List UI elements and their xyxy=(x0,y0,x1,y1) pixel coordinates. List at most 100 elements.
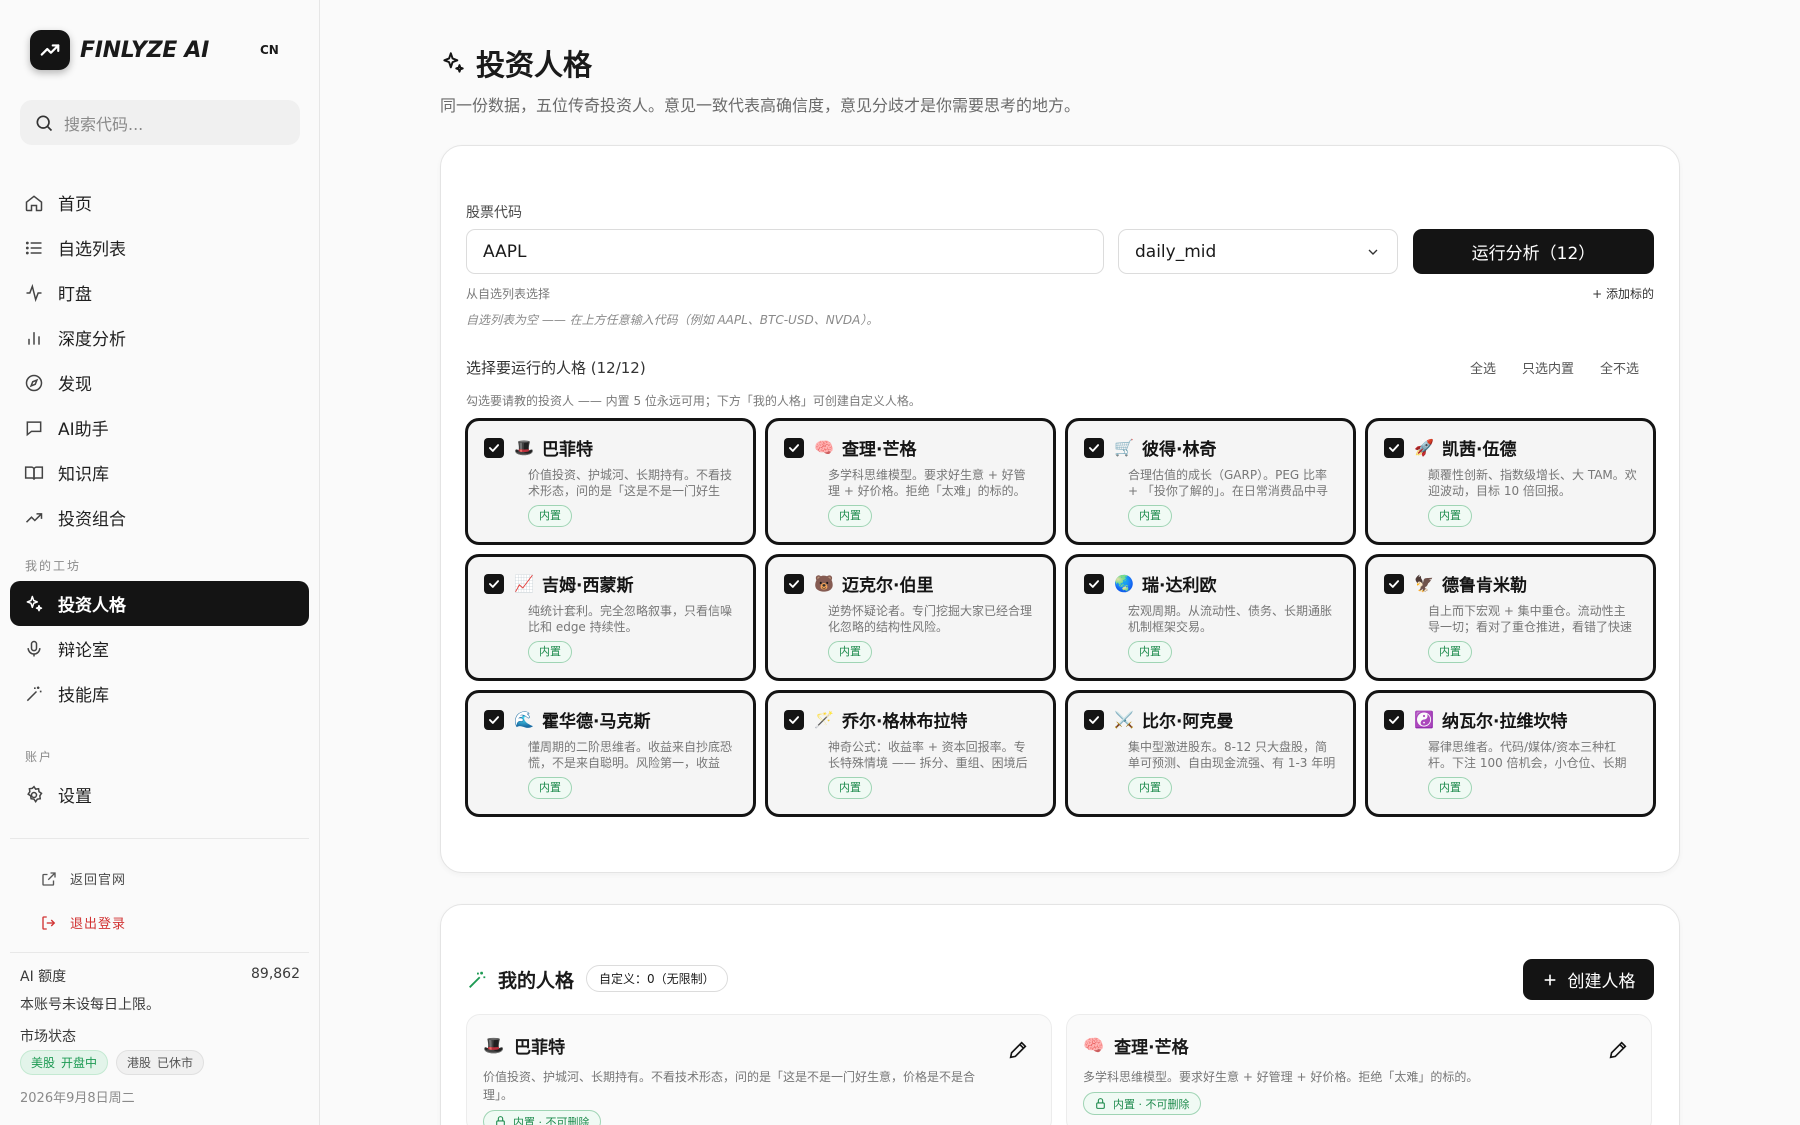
home-icon xyxy=(25,194,43,211)
persona-card[interactable]: 🌊 霍华德·马克斯 懂周期的二阶思维者。收益来自抄底恐慌，不是来自聪明。风险第一，收… xyxy=(465,690,756,817)
check-icon xyxy=(788,715,800,724)
select-none-button[interactable]: 全不选 xyxy=(1600,358,1639,377)
persona-card[interactable]: ⚔️ 比尔·阿克曼 集中型激进股东。8-12 只大盘股，简单可预测、自由现金流强、有… xyxy=(1065,690,1356,817)
builtin-tag: 内置 xyxy=(1428,505,1472,527)
select-builtin-button[interactable]: 只选内置 xyxy=(1522,358,1574,377)
persona-checkbox[interactable] xyxy=(484,573,504,594)
persona-checkbox[interactable] xyxy=(1384,709,1404,730)
builtin-tag: 内置 xyxy=(528,777,572,799)
persona-checkbox[interactable] xyxy=(1084,709,1104,730)
persona-checkbox[interactable] xyxy=(1384,437,1404,458)
pulse-icon xyxy=(26,283,42,302)
quota-label: AI 额度 xyxy=(20,969,67,985)
persona-card[interactable]: 🧠 查理·芒格 多学科思维模型。要求好生意 + 好管理 + 好价格。拒绝「太难」的标… xyxy=(765,418,1056,545)
check-icon xyxy=(788,443,800,452)
persona-desc: 幂律思维者。代码/媒体/资本三种杠杆。下注 100 倍机会，小仓位、长期持有..… xyxy=(1428,740,1627,770)
nav-monitor[interactable]: 盯盘 xyxy=(10,270,309,315)
nav-personas[interactable]: 投资人格 xyxy=(10,581,309,626)
add-ticker-link[interactable]: + 添加标的 xyxy=(1592,285,1654,302)
nav-deep-analysis[interactable]: 深度分析 xyxy=(10,315,309,360)
persona-card[interactable]: 🎩 巴菲特价值投资、护城河、长期持有。不看技术形态，问的是「这是不是一门好生意，.… xyxy=(465,418,756,545)
builtin-tag: 内置 xyxy=(1128,505,1172,527)
persona-card[interactable]: ☯️ 纳瓦尔·拉维坎特 幂律思维者。代码/媒体/资本三种杠杆。下注 100 倍机会，… xyxy=(1365,690,1656,817)
run-analysis-button[interactable]: 运行分析（12） xyxy=(1413,229,1654,274)
persona-grid: 🎩 巴菲特价值投资、护城河、长期持有。不看技术形态，问的是「这是不是一门好生意，.… xyxy=(465,418,1656,817)
my-persona-card[interactable]: 🧠 查理·芒格 多学科思维模型。要求好生意 + 好管理 + 好价格。拒绝「太难」的… xyxy=(1066,1014,1652,1125)
nav-ai-assistant[interactable]: AI助手 xyxy=(10,405,309,450)
edit-icon[interactable] xyxy=(1007,1039,1029,1061)
persona-desc: 多学科思维模型。要求好生意 + 好管理 + 好价格。拒绝「太难」的标的。 xyxy=(828,468,1026,498)
persona-name: 乔尔·格林布拉特 xyxy=(842,712,968,732)
persona-emoji-icon: ☯️ xyxy=(1414,710,1434,729)
persona-card[interactable]: 🌏 瑞·达利欧 宏观周期。从流动性、债务、长期通胀机制框架交易。 内置 xyxy=(1065,554,1356,681)
persona-checkbox[interactable] xyxy=(784,437,804,458)
mode-select[interactable]: daily_mid xyxy=(1118,229,1398,274)
persona-desc: 价值投资、护城河、长期持有。不看技术形态，问的是「这是不是一门好生意，价格是不是… xyxy=(483,1070,976,1102)
persona-checkbox[interactable] xyxy=(784,709,804,730)
nav-skills[interactable]: 技能库 xyxy=(10,671,309,716)
nav-label: 知识库 xyxy=(58,465,109,485)
persona-card[interactable]: 🪄 乔尔·格林布拉特神奇公式：收益率 + 资本回报率。专长特殊情境 —— 拆分、重… xyxy=(765,690,1056,817)
nav-debate[interactable]: 辩论室 xyxy=(10,626,309,671)
selection-actions: 全选 只选内置 全不选 xyxy=(1470,358,1639,377)
nav-discover[interactable]: 发现 xyxy=(10,360,309,405)
page-title-text: 投资人格 xyxy=(476,48,593,82)
edit-icon[interactable] xyxy=(1607,1039,1629,1061)
list-icon xyxy=(25,241,42,254)
brand[interactable]: FINLYZE AI xyxy=(30,30,209,70)
builtin-tag: 内置 xyxy=(828,505,872,527)
persona-checkbox[interactable] xyxy=(1084,437,1104,458)
builtin-tag: 内置 xyxy=(1128,641,1172,663)
create-persona-button[interactable]: 创建人格 xyxy=(1523,959,1654,1000)
persona-checkbox[interactable] xyxy=(1084,573,1104,594)
persona-name: 霍华德·马克斯 xyxy=(542,712,651,732)
wand-icon xyxy=(26,686,42,701)
check-icon xyxy=(1388,443,1400,452)
persona-checkbox[interactable] xyxy=(784,573,804,594)
persona-name: 巴菲特 xyxy=(514,1038,566,1058)
persona-selection-title: 选择要运行的人格 (12/12) xyxy=(466,359,646,377)
nav-label: 盯盘 xyxy=(58,285,92,305)
builtin-tag: 内置 xyxy=(528,505,572,527)
nav-label: 技能库 xyxy=(58,686,109,706)
select-all-button[interactable]: 全选 xyxy=(1470,358,1496,377)
market-name: 美股 xyxy=(31,1056,56,1070)
quota-value: 89,862 xyxy=(251,966,300,982)
persona-card[interactable]: 🚀 凯茜·伍德 颠覆性创新、指数级增长、大 TAM。欢迎波动，目标 10 倍回报。内… xyxy=(1365,418,1656,545)
nav-portfolio[interactable]: 投资组合 xyxy=(10,495,309,540)
persona-desc: 宏观周期。从流动性、债务、长期通胀机制框架交易。 xyxy=(1128,604,1333,634)
compass-icon xyxy=(25,374,43,391)
persona-checkbox[interactable] xyxy=(484,437,504,458)
persona-card[interactable]: 🛒 彼得·林奇 合理估值的成长（GARP）。PEG 比率 + 「投你了解的」。在日常… xyxy=(1065,418,1356,545)
persona-desc: 神奇公式：收益率 + 资本回报率。专长特殊情境 —— 拆分、重组、困境后复... xyxy=(828,740,1028,770)
persona-name: 比尔·阿克曼 xyxy=(1142,712,1234,732)
language-toggle[interactable]: CN xyxy=(260,43,279,57)
nav-watchlist[interactable]: 自选列表 xyxy=(10,225,309,270)
logout-link[interactable]: 退出登录 xyxy=(40,913,126,932)
back-to-site-link[interactable]: 返回官网 xyxy=(40,869,126,888)
nav-label: 投资人格 xyxy=(58,596,126,616)
persona-emoji-icon: 🪄 xyxy=(814,710,834,729)
mic-icon xyxy=(27,640,41,656)
persona-desc: 逆势怀疑论者。专门挖掘大家已经合理化忽略的结构性风险。 xyxy=(828,604,1033,634)
persona-card[interactable]: 🦅 德鲁肯米勒 自上而下宏观 + 集中重仓。流动性主导一切；看对了重仓推进，看错了快… xyxy=(1365,554,1656,681)
nav-settings[interactable]: 设置 xyxy=(10,772,309,817)
logout-icon xyxy=(42,915,56,930)
locked-badge: 内置 · 不可删除 xyxy=(483,1110,601,1125)
my-persona-card[interactable]: 🎩 巴菲特 价值投资、护城河、长期持有。不看技术形态，问的是「这是不是一门好生意，… xyxy=(466,1014,1052,1125)
persona-emoji-icon: 🐻 xyxy=(814,574,834,593)
check-icon xyxy=(1088,443,1100,452)
ticker-input[interactable]: AAPL xyxy=(466,229,1104,274)
persona-name: 德鲁肯米勒 xyxy=(1442,576,1527,596)
persona-card[interactable]: 🐻 迈克尔·伯里 逆势怀疑论者。专门挖掘大家已经合理化忽略的结构性风险。 内置 xyxy=(765,554,1056,681)
persona-checkbox[interactable] xyxy=(1384,573,1404,594)
persona-card[interactable]: 📈 吉姆·西蒙斯 纯统计套利。完全忽略叙事，只看信噪比和 edge 持续性。 内置 xyxy=(465,554,756,681)
nav-label: 投资组合 xyxy=(58,510,126,530)
bar-chart-icon xyxy=(28,331,40,345)
persona-checkbox[interactable] xyxy=(484,709,504,730)
nav-knowledge[interactable]: 知识库 xyxy=(10,450,309,495)
us-market-badge: 美股 开盘中 xyxy=(20,1050,109,1075)
search-input[interactable]: 搜索代码... xyxy=(20,100,300,145)
nav-home[interactable]: 首页 xyxy=(10,180,309,225)
custom-count-badge: 自定义：0（无限制） xyxy=(586,965,728,992)
